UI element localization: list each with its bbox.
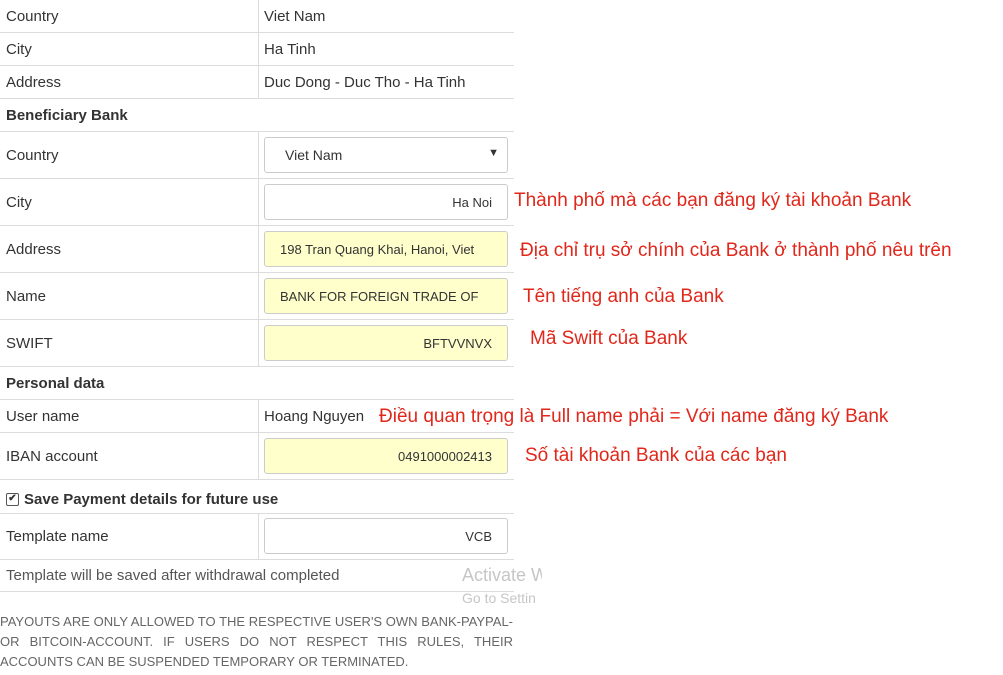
- column-divider: [258, 226, 259, 272]
- row-iban: IBAN account: [0, 433, 514, 480]
- swift-input[interactable]: [264, 325, 508, 361]
- beneficiary-bank-header-row: Beneficiary Bank: [0, 99, 514, 132]
- row-template-name: Template name: [0, 513, 514, 560]
- city-value: Ha Tinh: [264, 40, 316, 58]
- column-divider: [258, 132, 259, 178]
- column-divider: [258, 320, 259, 366]
- template-info-row: Template will be saved after withdrawal …: [0, 560, 514, 592]
- bank-name-label: Name: [6, 287, 47, 305]
- annotation-swift: Mã Swift của Bank: [530, 328, 688, 349]
- save-payment-option[interactable]: ✔ Save Payment details for future use: [6, 485, 278, 513]
- annotation-name: Tên tiếng anh của Bank: [523, 286, 724, 307]
- bank-country-label: Country: [6, 146, 59, 164]
- bank-country-selected: Viet Nam: [285, 147, 343, 163]
- template-name-input[interactable]: [264, 518, 508, 554]
- save-payment-label: Save Payment details for future use: [24, 490, 279, 508]
- activation-watermark-subtitle: Go to Settin: [462, 590, 536, 606]
- address-value: Duc Dong - Duc Tho - Ha Tinh: [264, 73, 466, 91]
- column-divider: [258, 33, 259, 65]
- row-country: Country Viet Nam: [0, 0, 514, 33]
- column-divider: [258, 179, 259, 225]
- template-name-label: Template name: [6, 528, 109, 545]
- template-info-text: Template will be saved after withdrawal …: [6, 567, 340, 584]
- column-divider: [258, 273, 259, 319]
- payout-disclaimer: PAYOUTS ARE ONLY ALLOWED TO THE RESPECTI…: [0, 614, 513, 669]
- username-value: Hoang Nguyen: [264, 407, 365, 425]
- bank-address-input[interactable]: [264, 231, 508, 267]
- bank-name-input[interactable]: [264, 278, 508, 314]
- column-divider: [258, 433, 259, 479]
- column-divider: [258, 0, 259, 32]
- checkmark-icon: ✔: [8, 493, 17, 504]
- annotation-username: Điều quan trọng là Full name phải = Với …: [379, 406, 889, 427]
- swift-label: SWIFT: [6, 334, 53, 352]
- row-city: City Ha Tinh: [0, 33, 514, 66]
- city-label: City: [6, 40, 32, 58]
- iban-label: IBAN account: [6, 447, 98, 465]
- annotation-iban: Số tài khoản Bank của các bạn: [525, 445, 787, 466]
- bank-country-select[interactable]: Viet Nam ▼: [264, 137, 508, 173]
- bank-city-input[interactable]: [264, 184, 508, 220]
- annotation-city: Thành phố mà các bạn đăng ký tài khoản B…: [514, 190, 912, 211]
- row-bank-name: Name: [0, 273, 514, 320]
- annotation-address: Địa chỉ trụ sở chính của Bank ở thành ph…: [520, 240, 952, 261]
- iban-input[interactable]: [264, 438, 508, 474]
- country-label: Country: [6, 7, 59, 25]
- column-divider: [258, 66, 259, 98]
- personal-data-title: Personal data: [6, 374, 105, 392]
- country-value: Viet Nam: [264, 7, 326, 25]
- row-bank-swift: SWIFT: [0, 320, 514, 367]
- column-divider: [258, 514, 259, 559]
- username-label: User name: [6, 407, 80, 425]
- row-address: Address Duc Dong - Duc Tho - Ha Tinh: [0, 66, 514, 99]
- row-bank-city: City: [0, 179, 514, 226]
- bank-address-label: Address: [6, 240, 62, 258]
- bank-city-label: City: [6, 193, 32, 211]
- save-payment-checkbox[interactable]: ✔: [6, 492, 19, 506]
- personal-data-header-row: Personal data: [0, 367, 514, 400]
- caret-down-icon: ▼: [488, 147, 499, 159]
- beneficiary-bank-title: Beneficiary Bank: [6, 106, 128, 124]
- activation-watermark-title: Activate W: [462, 565, 542, 585]
- column-divider: [258, 400, 259, 432]
- row-bank-country: Country Viet Nam ▼: [0, 132, 514, 179]
- address-label: Address: [6, 73, 62, 91]
- row-bank-address: Address: [0, 226, 514, 273]
